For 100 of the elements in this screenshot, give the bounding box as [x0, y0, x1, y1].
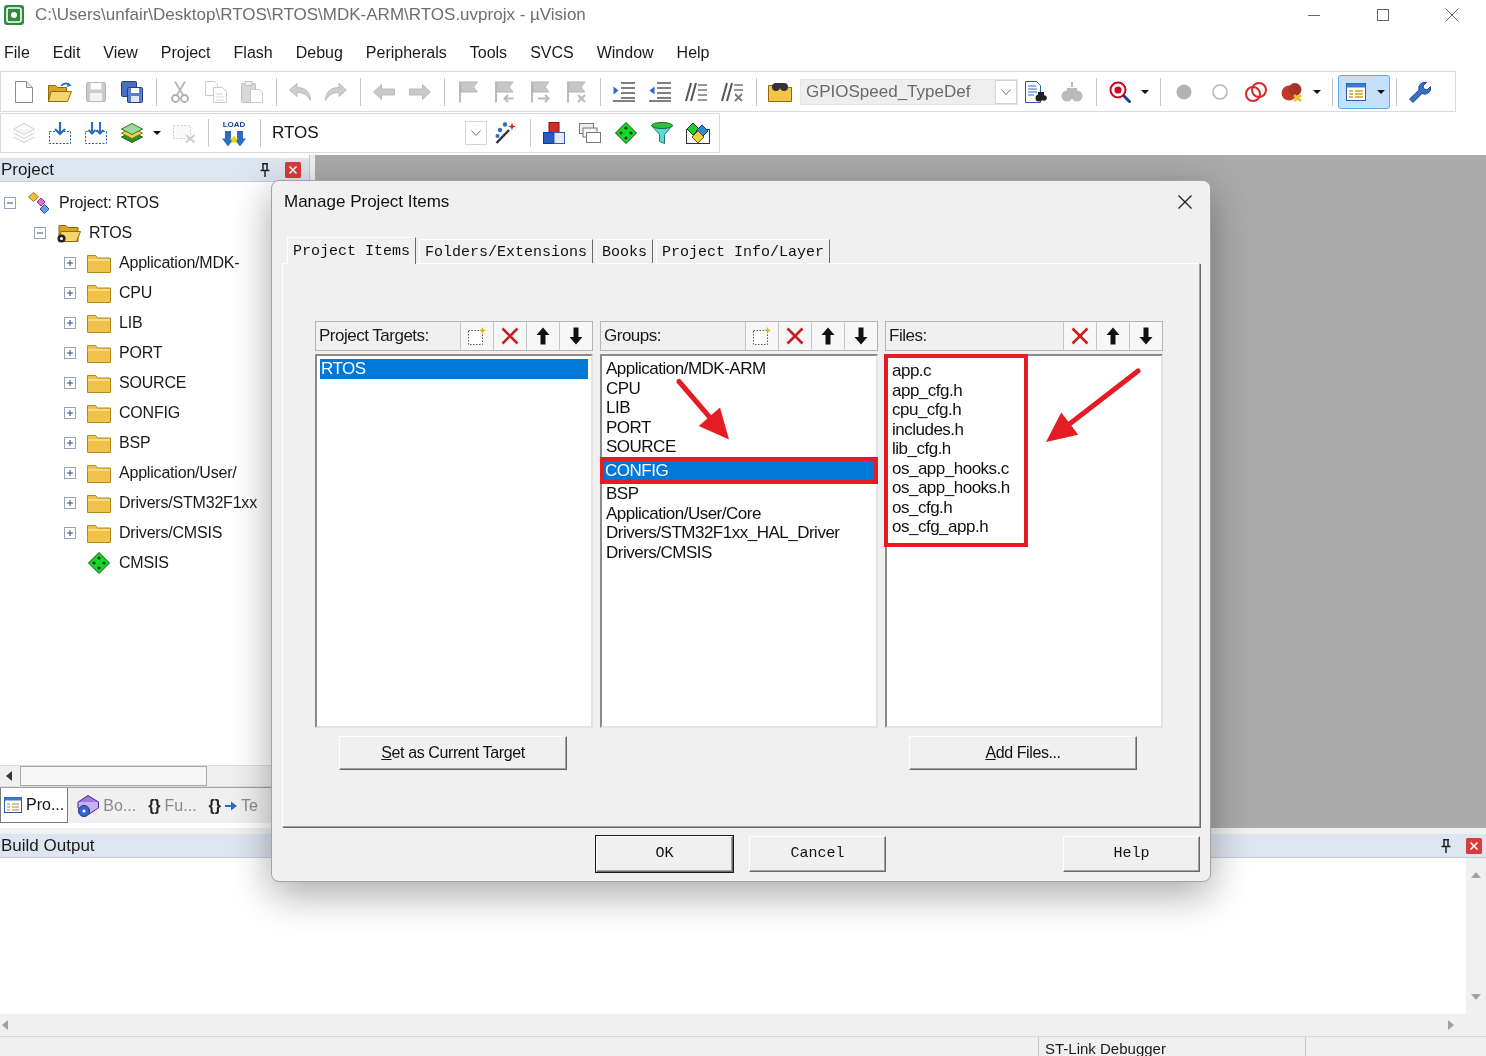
list-item[interactable]: PORT: [605, 417, 651, 437]
list-item[interactable]: lib_cfg.h: [891, 439, 951, 459]
panel-tab[interactable]: {} Fu...: [145, 788, 200, 823]
move-down-button[interactable]: [1129, 322, 1162, 350]
list-item[interactable]: Drivers/STM32F1xx_HAL_Driver: [605, 523, 840, 543]
list-item[interactable]: Application/User/Core: [605, 503, 761, 523]
minimize-icon[interactable]: [1307, 14, 1320, 16]
expand-icon[interactable]: [64, 527, 76, 539]
move-up-button[interactable]: [811, 322, 844, 350]
list-item[interactable]: app_cfg.h: [891, 380, 963, 400]
list-item[interactable]: os_cfg_app.h: [891, 517, 989, 537]
collapse-icon[interactable]: [4, 197, 16, 209]
list-box[interactable]: RTOS: [315, 354, 593, 728]
expand-icon[interactable]: [64, 317, 76, 329]
list-item[interactable]: os_app_hooks.h: [891, 478, 1010, 498]
tree-item[interactable]: Application/MDK-: [119, 251, 240, 275]
close-icon[interactable]: [1178, 195, 1192, 209]
expand-icon[interactable]: [64, 467, 76, 479]
menu-item[interactable]: Project: [160, 42, 211, 64]
menu-item[interactable]: Tools: [469, 42, 508, 64]
tab[interactable]: Project Items: [287, 237, 417, 264]
panel-tab[interactable]: Pro...: [0, 788, 69, 823]
pin-icon[interactable]: [260, 162, 270, 177]
scroll-down-icon[interactable]: [1471, 994, 1481, 1000]
expand-icon[interactable]: [64, 257, 76, 269]
list-item[interactable]: Application/MDK-ARM: [605, 359, 766, 379]
menu-item[interactable]: SVCS: [530, 42, 574, 64]
dialog-title: Manage Project Items: [284, 191, 450, 214]
list-box[interactable]: app.c app_cfg.h cpu_cfg.h includes.h lib_cfg.h os_app_hooks.c os_app_hooks.h os_cfg.h os_cfg_app.h: [885, 354, 1163, 728]
dialog-button[interactable]: Cancel: [749, 836, 886, 872]
move-up-button[interactable]: [526, 322, 559, 350]
chevron-down-icon: [471, 130, 481, 136]
tab[interactable]: Books: [596, 239, 654, 263]
list-item[interactable]: CPU: [605, 378, 641, 398]
expand-icon[interactable]: [64, 347, 76, 359]
menu-item[interactable]: File: [4, 42, 30, 64]
list-box[interactable]: Application/MDK-ARM CPU LIB PORT SOURCE CONFIG BSP Application/User/Core Drivers/STM32F1xx_HAL_Driver Drivers/CMSIS: [600, 354, 878, 728]
list-item[interactable]: RTOS: [320, 359, 588, 379]
diamond-icon: [88, 552, 110, 574]
menu-item[interactable]: Peripherals: [365, 42, 447, 64]
tab[interactable]: Folders/Extensions: [419, 239, 594, 263]
tree-item[interactable]: Drivers/CMSIS: [119, 521, 223, 545]
menu-item[interactable]: Help: [676, 42, 710, 64]
maximize-icon[interactable]: [1376, 9, 1389, 21]
scroll-right-icon[interactable]: [1448, 1020, 1454, 1030]
tree-item[interactable]: SOURCE: [119, 371, 187, 395]
list-item[interactable]: os_app_hooks.c: [891, 458, 1009, 478]
delete-button[interactable]: [778, 322, 811, 350]
list-item[interactable]: app.c: [891, 361, 932, 381]
list-item[interactable]: includes.h: [891, 419, 964, 439]
tree-item[interactable]: LIB: [119, 311, 143, 335]
list-item[interactable]: cpu_cfg.h: [891, 400, 962, 420]
list-action-button[interactable]: Set as Current Target: [339, 736, 567, 770]
list-item[interactable]: CONFIG: [604, 460, 874, 480]
list-item[interactable]: os_cfg.h: [891, 497, 953, 517]
new-button[interactable]: [460, 322, 493, 350]
tab[interactable]: Project Info/Layer: [656, 239, 831, 263]
list-action-button[interactable]: Add Files...: [909, 736, 1137, 770]
expand-icon[interactable]: [64, 287, 76, 299]
menu-item[interactable]: Debug: [295, 42, 343, 64]
new-button[interactable]: [745, 322, 778, 350]
move-down-button[interactable]: [559, 322, 592, 350]
toolbar-button[interactable]: LOAD: [214, 116, 254, 150]
pin-icon[interactable]: [1441, 838, 1451, 853]
collapse-icon[interactable]: [34, 227, 46, 239]
list-item[interactable]: SOURCE: [605, 437, 676, 457]
menu-item[interactable]: Edit: [52, 42, 81, 64]
scroll-left-icon[interactable]: [6, 771, 12, 781]
tree-item[interactable]: Application/User/: [119, 461, 237, 485]
expand-icon[interactable]: [64, 407, 76, 419]
dialog-button[interactable]: Help: [1063, 836, 1200, 872]
tree-item[interactable]: Project: RTOS: [59, 191, 159, 215]
menu-item[interactable]: Flash: [233, 42, 273, 64]
new-item-icon: [753, 327, 771, 345]
move-up-button[interactable]: [1096, 322, 1129, 350]
tree-item[interactable]: RTOS: [89, 221, 133, 245]
tree-item[interactable]: CMSIS: [119, 551, 169, 575]
list-item[interactable]: Drivers/CMSIS: [605, 542, 712, 562]
menu-item[interactable]: Window: [596, 42, 654, 64]
menu-item[interactable]: View: [103, 42, 138, 64]
tree-item[interactable]: Drivers/STM32F1xx: [119, 491, 257, 515]
tree-item[interactable]: PORT: [119, 341, 163, 365]
down-arrow-icon: [569, 327, 583, 345]
dialog-button[interactable]: OK: [596, 836, 733, 872]
delete-button[interactable]: [493, 322, 526, 350]
delete-button[interactable]: [1063, 322, 1096, 350]
list-item[interactable]: LIB: [605, 398, 631, 418]
expand-icon[interactable]: [64, 497, 76, 509]
scrollbar-thumb[interactable]: [20, 766, 207, 786]
tree-item[interactable]: CONFIG: [119, 401, 181, 425]
panel-tab[interactable]: {} Te: [205, 788, 261, 823]
up-arrow-icon: [1106, 327, 1120, 345]
expand-icon[interactable]: [64, 437, 76, 449]
tree-item[interactable]: CPU: [119, 281, 153, 305]
move-down-button[interactable]: [844, 322, 877, 350]
tree-item[interactable]: BSP: [119, 431, 151, 455]
scroll-up-icon[interactable]: [1471, 872, 1481, 878]
list-item[interactable]: BSP: [605, 484, 639, 504]
expand-icon[interactable]: [64, 377, 76, 389]
toolbar-button[interactable]: [1338, 74, 1390, 109]
